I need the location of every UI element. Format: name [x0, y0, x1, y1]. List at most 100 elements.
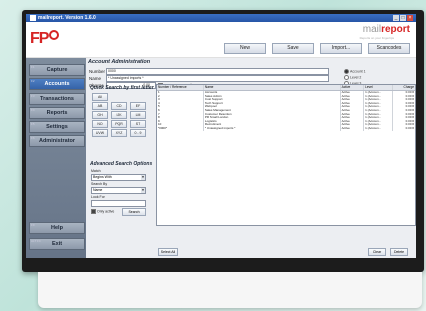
letter-button[interactable]: EF	[130, 102, 146, 110]
nav-administrator[interactable]: F6 Administrator	[29, 135, 85, 147]
app-window: mailreport. Version 1.6.0 _ □ × FP mailr…	[26, 14, 416, 258]
nav-accounts[interactable]: F2 Accounts	[29, 78, 85, 90]
window-title: mailreport. Version 1.6.0	[38, 15, 96, 21]
radio-dot-icon	[344, 69, 349, 74]
nav-transactions-label: Transactions	[40, 96, 74, 102]
nav-settings-key: F5	[31, 122, 35, 126]
letter-button[interactable]: NO	[92, 120, 108, 128]
nav-transactions-key: F3	[31, 94, 35, 98]
chevron-down-icon: ▼	[141, 175, 145, 180]
main-panel: Account Administration Number 0000 Name …	[86, 58, 416, 258]
sidebar: F1 Capture F2 Accounts F3 Transactions F4 Re…	[26, 58, 86, 258]
nav-help-key: F9	[31, 223, 35, 227]
match-value: Begins With	[93, 175, 112, 179]
search-by-value: Name	[93, 188, 103, 192]
search-by-select[interactable]: Name ▼	[91, 187, 146, 194]
letter-button[interactable]: UVW	[92, 129, 108, 137]
monitor-base	[38, 272, 422, 308]
nav-help[interactable]: F9 Help	[29, 222, 85, 234]
maximize-button[interactable]: □	[400, 15, 406, 21]
nav-reports[interactable]: F4 Reports	[29, 107, 85, 119]
radio-dot-icon	[344, 75, 349, 80]
nav-capture[interactable]: F1 Capture	[29, 64, 85, 76]
mailreport-tagline: Reports on your fingertips	[359, 36, 394, 40]
name-label: Name	[89, 76, 102, 81]
cell-number: *0000*	[158, 125, 168, 130]
look-for-label: Look For	[91, 195, 105, 199]
nav-administrator-label: Administrator	[38, 138, 76, 144]
mailreport-logo-prefix: mail	[362, 24, 382, 35]
advanced-search-title: Advanced Search Options	[90, 161, 153, 167]
nav-help-label: Help	[51, 225, 63, 231]
minimize-button[interactable]: _	[393, 15, 399, 21]
letter-button[interactable]: PQR	[111, 120, 127, 128]
nav-settings-label: Settings	[46, 124, 68, 130]
letter-button[interactable]: XYZ	[111, 129, 127, 137]
quick-search-title: Quick Search by first letter	[90, 85, 154, 91]
level-1-label: Account 1	[350, 69, 366, 74]
app-body: F1 Capture F2 Accounts F3 Transactions F4 Re…	[26, 58, 416, 258]
nav-exit[interactable]: ALT F4 Exit	[29, 238, 85, 250]
nav-accounts-label: Accounts	[44, 81, 70, 87]
mailreport-logo: mailreport	[363, 24, 410, 35]
nav-transactions[interactable]: F3 Transactions	[29, 93, 85, 105]
nav-administrator-key: F6	[31, 136, 35, 140]
level-radio-2[interactable]: Level 2	[344, 75, 361, 80]
accounts-table: Number / Reference Name Active Level Cha…	[156, 84, 416, 226]
only-active-checkbox[interactable]: Only active	[91, 209, 114, 214]
match-select[interactable]: Begins With ▼	[91, 174, 146, 181]
title-bar: mailreport. Version 1.6.0 _ □ ×	[26, 14, 416, 22]
match-label: Match	[91, 169, 101, 173]
letter-button[interactable]: GH	[92, 111, 108, 119]
letter-button[interactable]: CD	[111, 102, 127, 110]
letter-button[interactable]: LM	[130, 111, 146, 119]
clear-button[interactable]: Clear	[368, 248, 386, 256]
nav-capture-label: Capture	[46, 67, 68, 73]
cell-level: 1 (Accoun...	[363, 126, 392, 131]
fp-logo-text: FP	[30, 30, 49, 47]
nav-exit-label: Exit	[51, 241, 63, 247]
level-radio-1[interactable]: Account 1	[344, 69, 366, 74]
level-2-label: Level 2	[350, 75, 362, 80]
table-row[interactable]: *0000* * Unassigned imports * Active 1 (Acc…	[157, 125, 415, 131]
letter-button[interactable]: 0 - 9	[130, 129, 146, 137]
delete-button[interactable]: Delete	[390, 248, 408, 256]
letter-button[interactable]: AB	[92, 102, 108, 110]
letter-spacer	[130, 93, 146, 101]
app-icon	[30, 15, 36, 21]
letter-button[interactable]: ST	[130, 120, 146, 128]
app-header: FP mailreport Reports on your fingertips…	[26, 22, 416, 58]
cell-charge: 0.00 €	[392, 126, 415, 131]
name-field[interactable]: * Unassigned imports *	[106, 75, 329, 82]
import-button[interactable]: Import...	[320, 43, 362, 54]
nav-accounts-key: F2	[31, 79, 35, 83]
column-header[interactable]: Number / Reference	[157, 85, 203, 90]
search-by-label: Search By	[91, 182, 108, 186]
column-header[interactable]: Name	[202, 85, 340, 90]
look-for-input[interactable]	[91, 200, 146, 207]
select-all-button[interactable]: Select All	[158, 248, 178, 256]
cell-name: * Unassigned imports *	[202, 126, 340, 131]
nav-exit-key: ALT F4	[31, 239, 41, 243]
letter-button[interactable]: IJK	[111, 111, 127, 119]
toolbar: New Save Import... Scancodes	[224, 43, 410, 54]
number-field[interactable]: 0000	[106, 68, 329, 75]
only-active-label: Only active	[97, 209, 115, 214]
search-button[interactable]: Search	[122, 208, 146, 216]
chevron-down-icon: ▼	[141, 188, 145, 193]
close-button[interactable]: ×	[407, 15, 413, 21]
mailreport-logo-accent: report	[381, 24, 410, 35]
number-label: Number	[89, 69, 106, 74]
letter-spacer	[111, 93, 127, 101]
nav-reports-label: Reports	[46, 110, 68, 116]
nav-settings[interactable]: F5 Settings	[29, 121, 85, 133]
new-button[interactable]: New	[224, 43, 266, 54]
scancodes-button[interactable]: Scancodes	[368, 43, 410, 54]
fp-logo-ring-icon	[49, 30, 60, 40]
letter-button[interactable]: All	[92, 93, 108, 101]
nav-reports-key: F4	[31, 108, 35, 112]
table-body: 1 Accounts Active 1 (Accoun... 0.00 € 2 Sales…	[157, 90, 415, 226]
nav-capture-key: F1	[31, 65, 35, 69]
save-button[interactable]: Save	[272, 43, 314, 54]
checkbox-checked-icon	[91, 209, 96, 214]
